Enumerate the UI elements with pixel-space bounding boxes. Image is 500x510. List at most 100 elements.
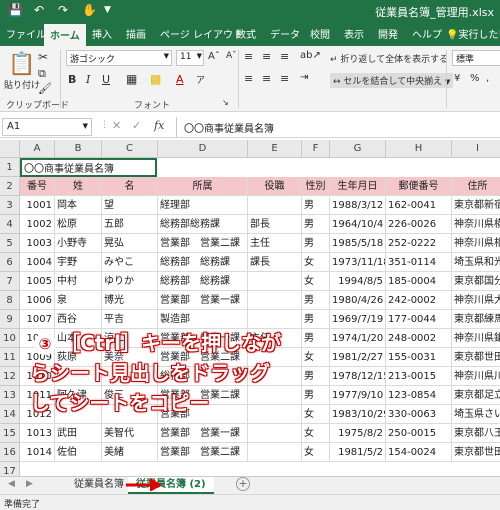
percent-button[interactable]: % (470, 73, 480, 84)
table-cell[interactable]: 営業部 営業二課 (158, 234, 248, 253)
table-cell[interactable]: 宇野 (55, 253, 102, 272)
table-cell[interactable] (248, 291, 302, 310)
table-header-cell[interactable]: 番号 (20, 177, 55, 196)
table-cell[interactable]: 武田 (55, 424, 102, 443)
table-cell[interactable]: 営業部 営業一課 (158, 291, 248, 310)
table-header-cell[interactable]: 生年月日 (330, 177, 386, 196)
table-cell[interactable]: 248-0002 (386, 329, 452, 348)
table-cell[interactable] (248, 310, 302, 329)
table-cell[interactable]: 営業部 営業一課 (158, 424, 248, 443)
cancel-icon[interactable]: ✕ (112, 119, 121, 132)
table-cell[interactable]: 神奈川県大 (452, 291, 500, 310)
tab-view[interactable]: 表示 (344, 26, 364, 41)
paste-icon[interactable]: 📋 (8, 52, 35, 77)
table-cell[interactable]: 西谷 (55, 310, 102, 329)
table-cell[interactable]: 1964/10/4 (330, 215, 386, 234)
indent-icon[interactable]: ⇥ (300, 72, 308, 83)
table-cell[interactable]: 埼玉県和光 (452, 253, 500, 272)
table-cell[interactable]: 1001 (20, 196, 55, 215)
table-cell[interactable]: 男 (302, 329, 330, 348)
table-cell[interactable]: 総務部総務課 (158, 215, 248, 234)
table-cell[interactable]: 東京都八王 (452, 424, 500, 443)
table-cell[interactable]: 神奈川県川 (452, 367, 500, 386)
align-center-icon[interactable]: ≡ (262, 72, 271, 85)
table-cell[interactable]: 1013 (20, 424, 55, 443)
align-left-icon[interactable]: ≡ (244, 72, 253, 85)
table-cell[interactable]: 製造部 (158, 310, 248, 329)
table-cell[interactable]: 1978/12/15 (330, 367, 386, 386)
tab-review[interactable]: 校閲 (310, 26, 330, 41)
phonetic-icon[interactable]: ア (196, 73, 205, 86)
font-size-dropdown[interactable]: 11 ▼ (176, 50, 204, 66)
tab-developer[interactable]: 開発 (378, 26, 398, 41)
column-header[interactable]: C (102, 140, 158, 158)
name-box[interactable]: A1 ▼ (2, 118, 92, 136)
table-cell[interactable]: 330-0063 (386, 405, 452, 424)
currency-icon[interactable]: ¥ (454, 73, 460, 84)
table-cell[interactable]: 東京都世田 (452, 443, 500, 462)
row-header[interactable]: 9 (0, 310, 20, 329)
table-cell[interactable]: 男 (302, 196, 330, 215)
table-cell[interactable]: 1977/9/10 (330, 386, 386, 405)
tab-home[interactable]: ホーム (44, 24, 86, 46)
table-cell[interactable]: 岡本 (55, 196, 102, 215)
table-cell[interactable]: 課長 (248, 253, 302, 272)
table-cell[interactable]: 1969/7/19 (330, 310, 386, 329)
row-header[interactable]: 8 (0, 291, 20, 310)
table-cell[interactable]: 1005 (20, 272, 55, 291)
table-cell[interactable]: 男 (302, 367, 330, 386)
table-cell[interactable]: 佐伯 (55, 443, 102, 462)
column-header[interactable]: B (55, 140, 102, 158)
tab-formulas[interactable]: 数式 (236, 26, 256, 41)
table-cell[interactable]: 東京都新宿 (452, 196, 500, 215)
table-cell[interactable]: 1981/2/27 (330, 348, 386, 367)
tell-me-search[interactable]: 💡実行したい (446, 26, 500, 41)
italic-button[interactable]: I (86, 73, 90, 86)
table-cell[interactable]: 1007 (20, 310, 55, 329)
table-cell[interactable]: 東京都国分 (452, 272, 500, 291)
table-cell[interactable]: 東京都足立 (452, 386, 500, 405)
table-cell[interactable]: 男 (302, 386, 330, 405)
row-header[interactable]: 12 (0, 367, 20, 386)
table-header-cell[interactable]: 姓 (55, 177, 102, 196)
table-cell[interactable]: 埼玉県さい (452, 405, 500, 424)
table-cell[interactable]: 神奈川県相 (452, 234, 500, 253)
table-cell[interactable]: 男 (302, 215, 330, 234)
paste-button-label[interactable]: 貼り付け (4, 78, 40, 91)
table-cell[interactable]: 望 (102, 196, 158, 215)
table-cell[interactable]: 美緒 (102, 443, 158, 462)
column-header[interactable]: D (158, 140, 248, 158)
table-cell[interactable] (248, 443, 302, 462)
save-icon[interactable]: 💾 (8, 3, 23, 17)
format-painter-icon[interactable]: 🖌 (38, 82, 52, 95)
table-cell[interactable]: 1994/8/5 (330, 272, 386, 291)
row-header[interactable]: 14 (0, 405, 20, 424)
row-header[interactable]: 16 (0, 443, 20, 462)
table-cell[interactable]: 中村 (55, 272, 102, 291)
table-cell[interactable]: 213-0015 (386, 367, 452, 386)
table-header-cell[interactable]: 郵便番号 (386, 177, 452, 196)
tab-file[interactable]: ファイル (6, 26, 46, 41)
row-header[interactable]: 6 (0, 253, 20, 272)
redo-icon[interactable]: ↷ (58, 3, 68, 17)
table-cell[interactable]: 男 (302, 291, 330, 310)
column-header[interactable]: F (302, 140, 330, 158)
table-cell[interactable]: 1980/4/26 (330, 291, 386, 310)
row-header[interactable]: 4 (0, 215, 20, 234)
table-cell[interactable]: 博光 (102, 291, 158, 310)
table-cell[interactable]: 晃弘 (102, 234, 158, 253)
table-cell[interactable]: ゆりか (102, 272, 158, 291)
increase-font-icon[interactable]: Aˆ (208, 51, 220, 62)
table-cell[interactable]: 女 (302, 253, 330, 272)
row-header[interactable]: 7 (0, 272, 20, 291)
touch-mode-icon[interactable]: ✋ (82, 3, 97, 17)
row-header[interactable]: 2 (0, 177, 20, 196)
table-cell[interactable]: 五郎 (102, 215, 158, 234)
row-header[interactable]: 13 (0, 386, 20, 405)
table-cell[interactable]: 東京都世田 (452, 348, 500, 367)
table-cell[interactable] (248, 386, 302, 405)
table-header-cell[interactable]: 役職 (248, 177, 302, 196)
row-header[interactable]: 3 (0, 196, 20, 215)
table-cell[interactable]: 1006 (20, 291, 55, 310)
table-cell[interactable]: 松原 (55, 215, 102, 234)
